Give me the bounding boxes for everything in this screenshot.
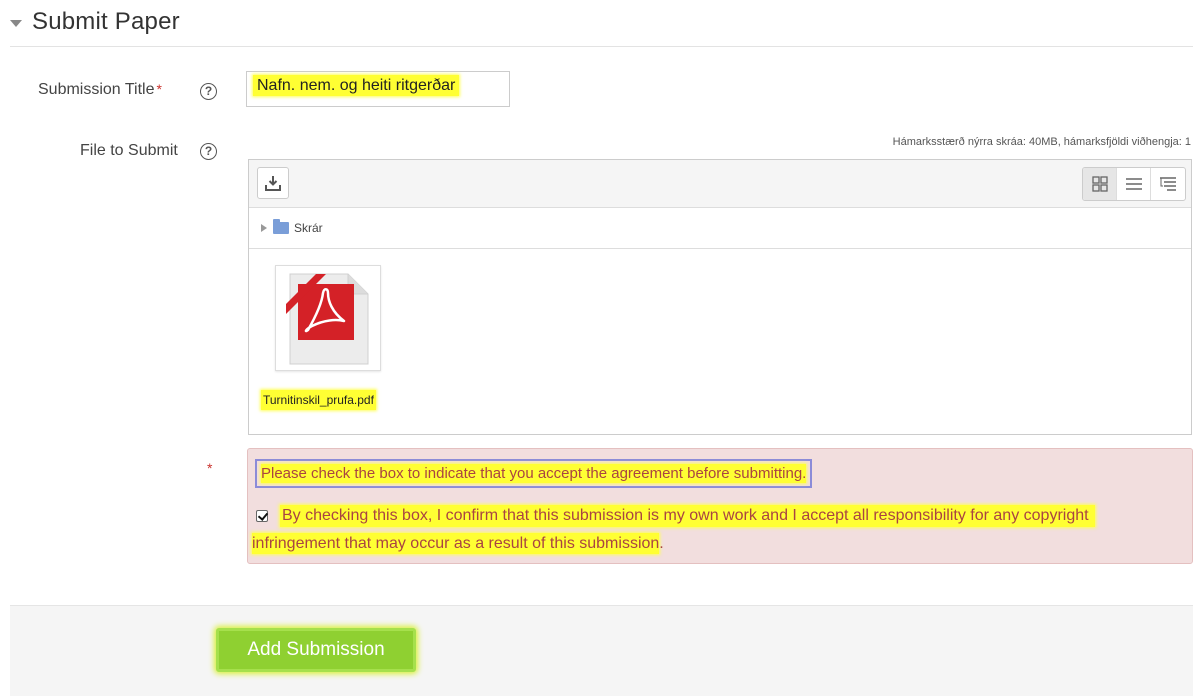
- agreement-checkbox-row[interactable]: By checking this box, I confirm that thi…: [256, 505, 1095, 527]
- form-footer: [10, 605, 1193, 696]
- agreement-required-marker: *: [207, 460, 213, 476]
- agreement-text-line1: By checking this box, I confirm that thi…: [280, 505, 1095, 527]
- folder-icon: [273, 219, 289, 234]
- section-divider: [10, 46, 1193, 47]
- list-view-button[interactable]: [1117, 168, 1151, 200]
- pdf-file-thumbnail[interactable]: [275, 265, 381, 371]
- tree-view-button[interactable]: [1151, 168, 1185, 200]
- agreement-checkbox[interactable]: [256, 510, 268, 522]
- grid-view-button[interactable]: [1083, 168, 1117, 200]
- download-icon: [265, 176, 281, 191]
- expand-arrow-icon[interactable]: [261, 224, 267, 232]
- section-header[interactable]: Submit Paper: [10, 4, 180, 40]
- section-title: Submit Paper: [32, 8, 180, 35]
- add-file-button[interactable]: [257, 167, 289, 199]
- file-limits-text: Hámarksstærð nýrra skráa: 40MB, hámarksf…: [892, 136, 1191, 148]
- list-icon: [1125, 178, 1142, 190]
- file-manager: Skrár Turnitinskil_prufa.pdf: [248, 159, 1192, 435]
- agreement-text-end: .: [659, 535, 664, 552]
- tree-icon: [1160, 177, 1176, 191]
- add-submission-button[interactable]: Add Submission: [216, 628, 416, 672]
- file-area: Turnitinskil_prufa.pdf: [249, 249, 1191, 434]
- help-icon[interactable]: ?: [200, 83, 217, 100]
- folder-name: Skrár: [294, 221, 323, 235]
- grid-icon: [1091, 176, 1108, 192]
- file-to-submit-label: File to Submit: [80, 142, 178, 159]
- file-path-breadcrumb[interactable]: Skrár: [249, 208, 1191, 249]
- agreement-text-line2: infringement that may occur as a result …: [252, 533, 660, 554]
- submission-title-label-text: Submission Title: [38, 81, 155, 98]
- caret-down-icon[interactable]: [10, 19, 22, 27]
- pdf-icon: [286, 273, 369, 365]
- agreement-warning-text: Please check the box to indicate that yo…: [261, 464, 807, 483]
- file-manager-toolbar: [249, 160, 1191, 208]
- view-switcher: [1082, 167, 1186, 201]
- file-name-label[interactable]: Turnitinskil_prufa.pdf: [261, 390, 376, 410]
- agreement-text-line2-row: infringement that may occur as a result …: [252, 533, 664, 554]
- required-marker: *: [156, 81, 162, 97]
- agreement-warning: Please check the box to indicate that yo…: [255, 459, 813, 488]
- submission-title-label: Submission Title *: [38, 81, 162, 99]
- submission-title-value: Nafn. nem. og heiti ritgerðar: [253, 75, 460, 96]
- agreement-error-box: Please check the box to indicate that yo…: [247, 448, 1193, 564]
- submission-title-input[interactable]: Nafn. nem. og heiti ritgerðar: [246, 71, 510, 107]
- help-icon[interactable]: ?: [200, 143, 217, 160]
